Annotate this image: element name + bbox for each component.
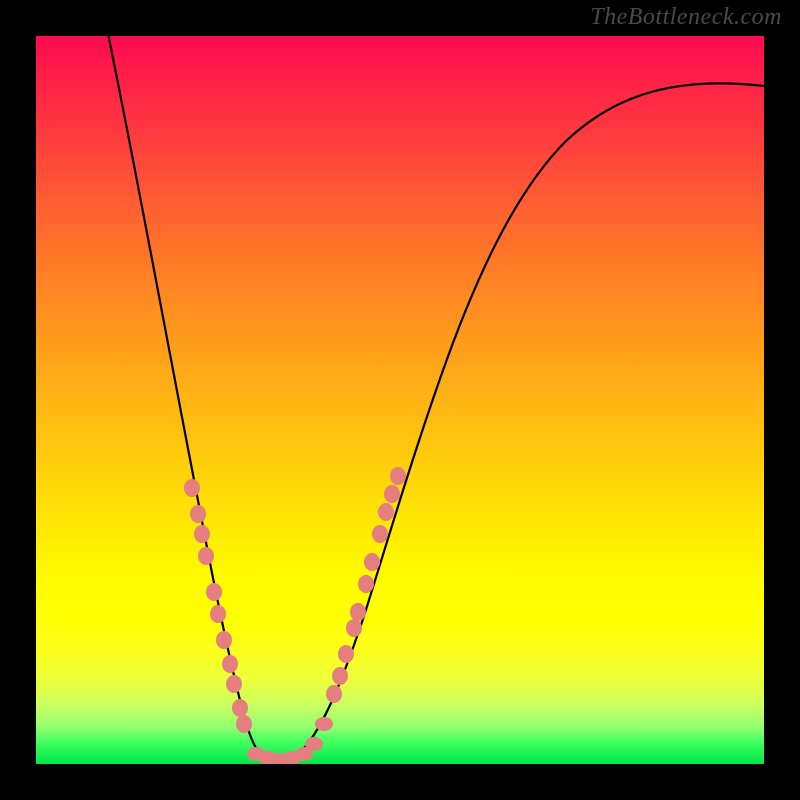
data-marker (232, 699, 248, 717)
data-marker (236, 715, 252, 733)
bottleneck-curve (96, 36, 764, 761)
data-marker (350, 603, 366, 621)
data-marker (372, 525, 388, 543)
data-marker (332, 667, 348, 685)
data-marker (198, 547, 214, 565)
data-marker (346, 619, 362, 637)
left-markers-group (184, 479, 252, 733)
data-marker (194, 525, 210, 543)
data-marker (206, 583, 222, 601)
data-marker (190, 505, 206, 523)
data-marker (378, 503, 394, 521)
data-marker (390, 467, 406, 485)
right-markers-group (326, 467, 406, 703)
chart-plot-area (36, 36, 764, 764)
data-marker (210, 605, 226, 623)
watermark-text: TheBottleneck.com (590, 4, 782, 31)
data-marker (216, 631, 232, 649)
chart-svg (36, 36, 764, 764)
data-marker (222, 655, 238, 673)
data-marker (305, 737, 323, 751)
data-marker (184, 479, 200, 497)
data-marker (364, 553, 380, 571)
data-marker (326, 685, 342, 703)
data-marker (358, 575, 374, 593)
data-marker (338, 645, 354, 663)
data-marker (315, 717, 333, 731)
data-marker (226, 675, 242, 693)
valley-markers-group (247, 717, 333, 764)
data-marker (384, 485, 400, 503)
